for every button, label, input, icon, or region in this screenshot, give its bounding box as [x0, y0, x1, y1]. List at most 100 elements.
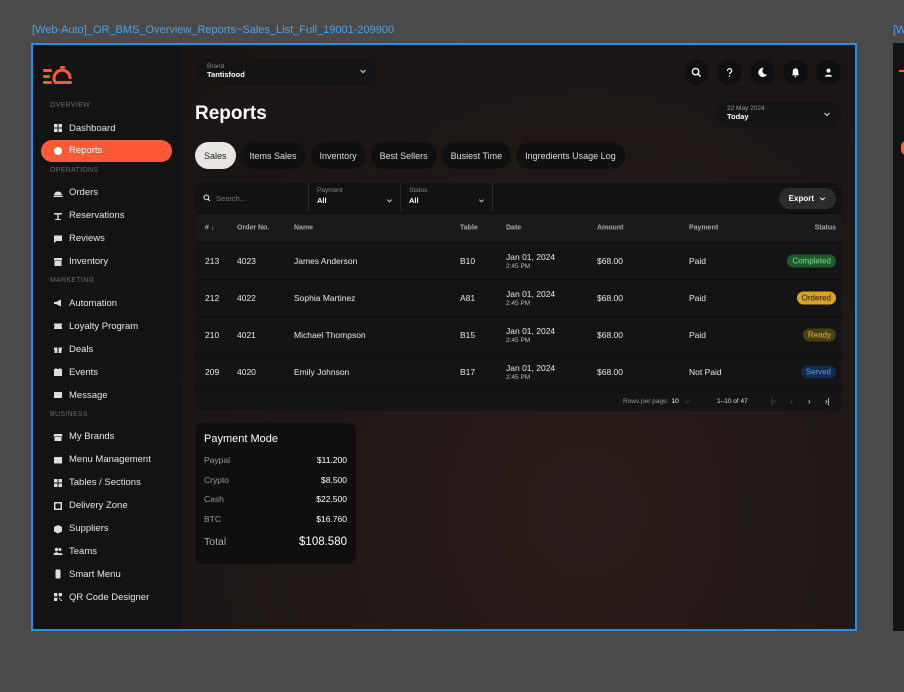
reports-icon — [53, 146, 63, 156]
sidebar-item-label: Suppliers — [69, 523, 109, 534]
people-icon — [53, 546, 63, 556]
sidebar-item-label: Reports — [69, 145, 103, 157]
prev-page-icon[interactable]: ‹ — [790, 397, 793, 406]
sidebar-item-loyalty-program[interactable]: Loyalty Program — [41, 315, 172, 337]
column-header-amount[interactable]: Amount — [597, 225, 623, 232]
table-row[interactable]: 212 4022 Sophia Martinez A81 Jan 01, 2024 2:4… — [195, 279, 842, 316]
sidebar-item-label: Orders — [69, 187, 99, 199]
date-selector-value: Today — [727, 112, 749, 121]
payment-method-value: $22.500 — [316, 494, 347, 504]
payment-filter[interactable]: Payment All — [309, 183, 401, 213]
zone-icon — [53, 501, 63, 511]
sidebar-item-my-brands[interactable]: My Brands — [41, 426, 172, 448]
cell-date: Jan 01, 2024 2:45 PM — [506, 363, 555, 381]
sidebar-item-suppliers[interactable]: Suppliers — [41, 518, 172, 540]
sidebar-item-message[interactable]: Message — [41, 384, 172, 406]
last-page-icon[interactable]: ›| — [825, 397, 830, 406]
search-input[interactable]: Search... — [195, 183, 309, 213]
date-selector[interactable]: 22 May 2024 Today — [717, 101, 841, 127]
sidebar-item-label: Delivery Zone — [69, 500, 128, 512]
profile-button[interactable] — [816, 60, 841, 85]
tab-busiest-time[interactable]: Busiest Time — [441, 142, 512, 169]
help-button[interactable] — [717, 60, 742, 85]
rows-per-page[interactable]: Rows per page: 10 ⌵ — [623, 398, 690, 406]
notifications-button[interactable] — [783, 60, 808, 85]
report-tabs: Sales Items Sales Inventory Best Sellers Bus… — [195, 142, 625, 169]
column-header-order-no[interactable]: Order No. — [237, 225, 269, 232]
sidebar-item-reservations[interactable]: Reservations — [41, 205, 172, 227]
sidebar-item-label: Dashboard — [69, 122, 116, 134]
cell-time-value: 2:45 PM — [506, 263, 531, 270]
next-page-icon[interactable]: › — [808, 397, 811, 406]
cell-order-no: 4023 — [237, 256, 256, 266]
table-row[interactable]: 210 4021 Michael Thompson B15 Jan 01, 2024 2:… — [195, 316, 842, 353]
brand-selector[interactable]: Brand Tantisfood — [195, 59, 377, 85]
menu-book-icon — [53, 455, 63, 465]
column-header-number[interactable]: # ↓ — [205, 225, 214, 232]
status-badge: Ready — [802, 328, 836, 342]
table-row[interactable]: 209 4020 Emily Johnson B17 Jan 01, 2024 2:45 … — [195, 353, 842, 390]
moon-icon — [758, 67, 768, 77]
sidebar-section-marketing: MARKETING — [50, 277, 95, 285]
calendar-icon — [53, 367, 63, 377]
sidebar-item-deals[interactable]: Deals — [41, 338, 172, 360]
chevron-down-icon — [824, 112, 830, 117]
rows-per-page-value: 10 — [671, 398, 679, 405]
box-icon — [53, 524, 63, 534]
column-header-date[interactable]: Date — [506, 225, 521, 232]
cell-date: Jan 01, 2024 2:45 PM — [506, 326, 555, 344]
dashboard-icon — [53, 123, 63, 133]
theme-toggle-button[interactable] — [750, 60, 775, 85]
rows-per-page-label: Rows per page: — [623, 398, 669, 405]
sidebar-item-events[interactable]: Events — [41, 361, 172, 383]
export-button[interactable]: Export — [778, 188, 836, 209]
sidebar-item-teams[interactable]: Teams — [41, 540, 172, 562]
frame-title-secondary: [W — [893, 24, 904, 36]
sidebar-item-label: Events — [69, 366, 99, 378]
sidebar-item-tables-sections[interactable]: Tables / Sections — [41, 472, 172, 494]
payment-mode-row: Cash $22.500 — [204, 494, 347, 514]
sidebar-item-reviews[interactable]: Reviews — [41, 228, 172, 250]
column-header-status[interactable]: Status — [815, 225, 836, 232]
column-header-payment[interactable]: Payment — [689, 225, 718, 232]
payment-total-value: $108.580 — [299, 536, 347, 548]
sidebar-item-qr-code-designer[interactable]: QR Code Designer — [41, 586, 172, 608]
table-row[interactable]: 213 4023 James Anderson B10 Jan 01, 2024 2:45… — [195, 242, 842, 279]
sidebar-item-menu-management[interactable]: Menu Management — [41, 449, 172, 471]
cell-number: 212 — [205, 293, 220, 303]
sidebar-item-reports[interactable]: Reports — [41, 139, 172, 162]
payment-mode-row: BTC $16.760 — [204, 514, 347, 534]
chevron-down-icon — [478, 199, 485, 203]
first-page-icon[interactable]: |‹ — [771, 397, 776, 406]
sidebar-item-dashboard[interactable]: Dashboard — [41, 117, 172, 139]
payment-method-label: BTC — [204, 513, 221, 524]
archive-icon — [53, 257, 63, 267]
pagination-range: 1–10 of 47 — [717, 398, 748, 405]
payment-filter-label: Payment — [317, 187, 343, 194]
tab-items-sales[interactable]: Items Sales — [240, 142, 306, 169]
page-title: Reports — [195, 103, 267, 124]
sidebar-item-automation[interactable]: Automation — [41, 292, 172, 314]
sidebar-item-smart-menu[interactable]: Smart Menu — [41, 563, 172, 585]
payment-method-value: $8.500 — [321, 474, 347, 485]
column-header-table[interactable]: Table — [460, 225, 478, 232]
column-header-name[interactable]: Name — [294, 225, 313, 232]
brand-logo-icon — [43, 66, 72, 84]
tab-inventory[interactable]: Inventory — [310, 142, 366, 169]
sidebar-item-delivery-zone[interactable]: Delivery Zone — [41, 495, 172, 517]
cell-payment: Paid — [689, 330, 707, 340]
sidebar-item-label: Loyalty Program — [69, 320, 139, 332]
status-filter[interactable]: Status All — [401, 183, 493, 213]
search-button[interactable] — [684, 60, 709, 85]
tab-ingredients-usage-log[interactable]: Ingredients Usage Log — [516, 142, 625, 169]
sidebar-section-operations: OPERATIONS — [50, 166, 99, 174]
sidebar-item-inventory[interactable]: Inventory — [41, 251, 172, 273]
cell-date-value: Jan 01, 2024 — [506, 363, 556, 373]
phone-icon — [53, 569, 63, 579]
tab-sales[interactable]: Sales — [195, 142, 236, 169]
app-frame: OVERVIEW Dashboard Reports OPERATIONS Orders… — [31, 43, 857, 631]
tab-best-sellers[interactable]: Best Sellers — [370, 142, 437, 169]
sidebar-item-orders[interactable]: Orders — [41, 182, 172, 204]
cell-date-value: Jan 01, 2024 — [506, 289, 556, 299]
payment-total-label: Total — [204, 536, 227, 548]
